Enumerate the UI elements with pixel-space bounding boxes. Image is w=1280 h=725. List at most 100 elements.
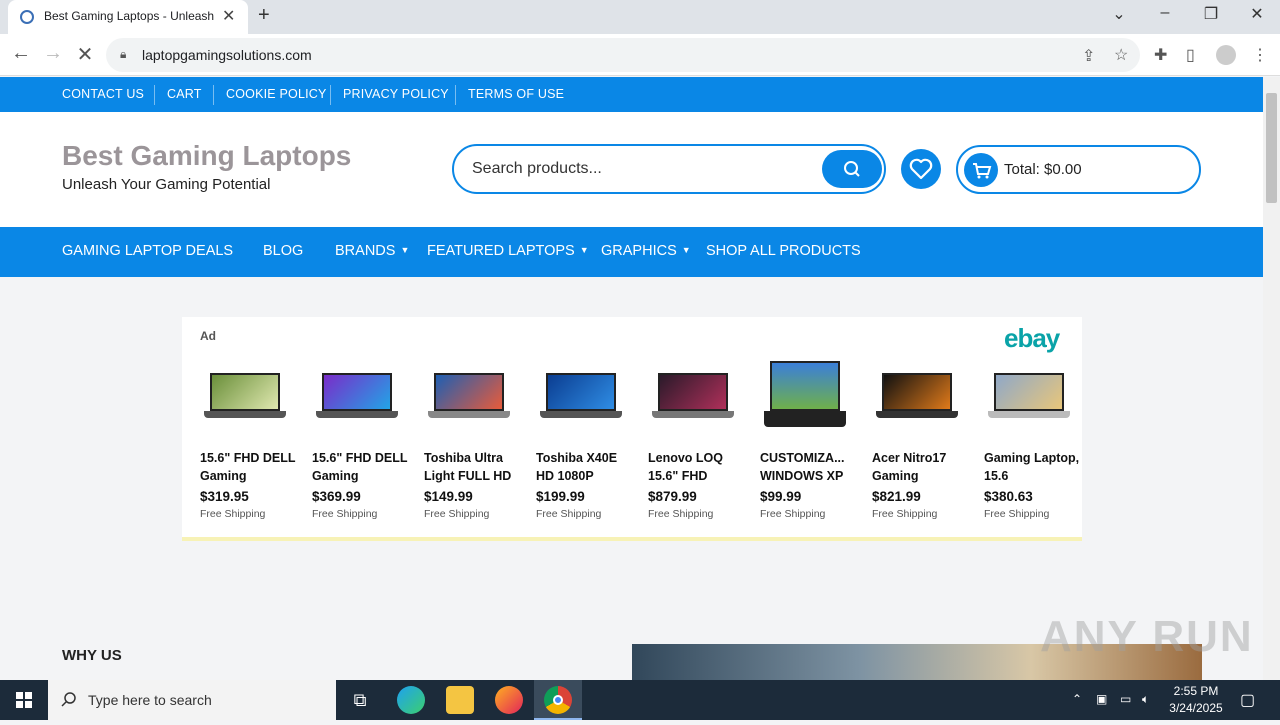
share-icon[interactable]: ⇪ xyxy=(1082,46,1095,66)
product-price: $199.99 xyxy=(536,489,585,504)
product-shipping: Free Shipping xyxy=(648,508,714,520)
laptop-image[interactable] xyxy=(314,357,404,437)
product-name[interactable]: Lenovo LOQ 15.6" FHD xyxy=(648,449,748,485)
profile-avatar-icon[interactable] xyxy=(1216,45,1236,65)
firefox-icon[interactable] xyxy=(495,686,523,714)
ebay-ad-banner[interactable]: Ad ebay 15.6" FHD DELL Gaming $319.95 Free… xyxy=(182,317,1082,541)
laptop-image[interactable] xyxy=(202,357,292,437)
tab-search-icon[interactable]: ⌄ xyxy=(1104,4,1134,24)
address-bar[interactable]: 🔒︎ laptopgamingsolutions.com ⇪ ☆ xyxy=(106,38,1140,72)
cart-total: Total: $0.00 xyxy=(1004,161,1082,178)
taskbar-clock[interactable]: 2:55 PM 3/24/2025 xyxy=(1166,683,1226,717)
ad-label: Ad xyxy=(200,329,216,343)
nav-graphics[interactable]: GRAPHICS ▼ xyxy=(601,243,691,259)
side-panel-icon[interactable]: ▯ xyxy=(1186,45,1195,65)
ad-product-card[interactable]: Gaming Laptop, 15.6 $380.63 Free Shipping xyxy=(984,357,1084,520)
ad-product-card[interactable]: Acer Nitro17 Gaming $821.99 Free Shipping xyxy=(872,357,972,520)
edge-icon[interactable] xyxy=(397,686,425,714)
ad-product-card[interactable]: 15.6" FHD DELL Gaming $369.99 Free Shippin… xyxy=(312,357,412,520)
wishlist-button[interactable] xyxy=(901,149,941,189)
taskbar-search-placeholder[interactable]: Type here to search xyxy=(88,692,212,708)
search-icon xyxy=(61,692,76,707)
browser-tab[interactable]: Best Gaming Laptops - Unleash Your Gamin… xyxy=(8,0,248,34)
product-shipping: Free Shipping xyxy=(760,508,826,520)
section-heading-why-us: WHY US xyxy=(62,647,122,664)
nav-cookie-policy[interactable]: COOKIE POLICY xyxy=(226,87,327,101)
tab-title: Best Gaming Laptops - Unleash Your Gamin… xyxy=(44,9,214,23)
nav-cart[interactable]: CART xyxy=(167,87,202,101)
forward-icon[interactable]: → xyxy=(40,42,66,65)
menu-kebab-icon[interactable]: ⋮ xyxy=(1252,45,1268,65)
ad-product-card[interactable]: 15.6" FHD DELL Gaming $319.95 Free Shippin… xyxy=(200,357,300,520)
url-text[interactable]: laptopgamingsolutions.com xyxy=(142,47,312,63)
network-icon[interactable]: ▭ xyxy=(1120,692,1131,706)
nav-terms-of-use[interactable]: TERMS OF USE xyxy=(468,87,564,101)
product-name[interactable]: 15.6" FHD DELL Gaming xyxy=(200,449,300,485)
laptop-image[interactable] xyxy=(874,357,964,437)
ad-product-card[interactable]: Toshiba Ultra Light FULL HD $149.99 Free S… xyxy=(424,357,524,520)
product-name[interactable]: Toshiba X40E HD 1080P xyxy=(536,449,636,485)
product-name[interactable]: Toshiba Ultra Light FULL HD xyxy=(424,449,524,485)
cart-button[interactable]: Total: $0.00 xyxy=(956,145,1201,194)
product-name[interactable]: Gaming Laptop, 15.6 xyxy=(984,449,1084,485)
site-brand[interactable]: Best Gaming Laptops xyxy=(62,140,351,172)
top-utility-nav: CONTACT US CART COOKIE POLICY PRIVACY PO… xyxy=(0,77,1263,112)
lock-icon[interactable]: 🔒︎ xyxy=(120,47,126,62)
laptop-image[interactable] xyxy=(538,357,628,437)
laptop-image[interactable] xyxy=(650,357,740,437)
product-shipping: Free Shipping xyxy=(200,508,266,520)
nav-featured-laptops[interactable]: FEATURED LAPTOPS ▼ xyxy=(427,243,589,259)
nav-privacy-policy[interactable]: PRIVACY POLICY xyxy=(343,87,449,101)
notifications-icon[interactable]: ▢ xyxy=(1240,690,1255,710)
nav-gaming-laptop-deals[interactable]: GAMING LAPTOP DEALS xyxy=(62,243,233,259)
extensions-icon[interactable]: ✚ xyxy=(1154,45,1167,65)
nav-label: BRANDS xyxy=(335,243,396,259)
chrome-taskbar-button[interactable] xyxy=(534,680,582,720)
nav-shop-all-products[interactable]: SHOP ALL PRODUCTS xyxy=(706,243,861,259)
tray-overflow-icon[interactable]: ⌃ xyxy=(1072,692,1082,706)
stop-loading-icon[interactable]: ✕ xyxy=(72,42,98,67)
ebay-logo[interactable]: ebay xyxy=(1004,323,1060,354)
taskbar-search[interactable]: Type here to search xyxy=(48,680,336,720)
nav-brands[interactable]: BRANDS ▼ xyxy=(335,243,409,259)
product-name[interactable]: 15.6" FHD DELL Gaming xyxy=(312,449,412,485)
laptop-image[interactable] xyxy=(762,357,852,437)
volume-icon[interactable]: 🔈︎ xyxy=(1142,692,1149,707)
anyrun-watermark: ANY RUN xyxy=(1040,612,1254,661)
close-tab-icon[interactable]: ✕ xyxy=(222,6,235,26)
product-price: $879.99 xyxy=(648,489,697,504)
clock-time: 2:55 PM xyxy=(1173,684,1219,698)
restore-icon[interactable]: ❐ xyxy=(1196,4,1226,24)
scrollbar-thumb[interactable] xyxy=(1266,93,1277,203)
clock-date: 3/24/2025 xyxy=(1169,701,1223,715)
page-scrollbar[interactable] xyxy=(1263,77,1280,680)
search-icon xyxy=(844,161,860,177)
search-input[interactable] xyxy=(472,158,802,180)
cart-icon xyxy=(964,153,998,187)
site-header: Best Gaming Laptops Unleash Your Gaming … xyxy=(0,112,1263,227)
laptop-image[interactable] xyxy=(986,357,1076,437)
bookmark-star-icon[interactable]: ☆ xyxy=(1114,45,1128,65)
ad-product-card[interactable]: CUSTOMIZA... WINDOWS XP $99.99 Free Shippi… xyxy=(760,357,860,520)
nav-blog[interactable]: BLOG xyxy=(263,243,303,259)
file-explorer-icon[interactable] xyxy=(446,686,474,714)
site-tagline: Unleash Your Gaming Potential xyxy=(62,176,271,193)
laptop-image[interactable] xyxy=(426,357,516,437)
close-window-icon[interactable]: ✕ xyxy=(1242,4,1272,24)
product-name[interactable]: Acer Nitro17 Gaming xyxy=(872,449,972,485)
task-view-icon[interactable]: ⧉ xyxy=(346,686,374,714)
ad-product-card[interactable]: Lenovo LOQ 15.6" FHD $879.99 Free Shipping xyxy=(648,357,748,520)
main-nav: GAMING LAPTOP DEALS BLOG BRANDS ▼ FEATURE… xyxy=(0,227,1263,277)
back-icon[interactable]: ← xyxy=(8,42,34,65)
site-favicon-icon xyxy=(20,10,34,24)
nav-contact-us[interactable]: CONTACT US xyxy=(62,87,144,101)
new-tab-icon[interactable]: + xyxy=(258,4,270,27)
meet-now-icon[interactable]: ▣ xyxy=(1096,692,1107,706)
nav-label: GRAPHICS xyxy=(601,243,677,259)
windows-logo-icon xyxy=(16,692,32,708)
search-button[interactable] xyxy=(822,150,882,188)
start-button[interactable] xyxy=(0,680,48,720)
minimize-icon[interactable]: – xyxy=(1150,4,1180,22)
ad-product-card[interactable]: Toshiba X40E HD 1080P $199.99 Free Shippin… xyxy=(536,357,636,520)
product-name[interactable]: CUSTOMIZA... WINDOWS XP xyxy=(760,449,860,485)
